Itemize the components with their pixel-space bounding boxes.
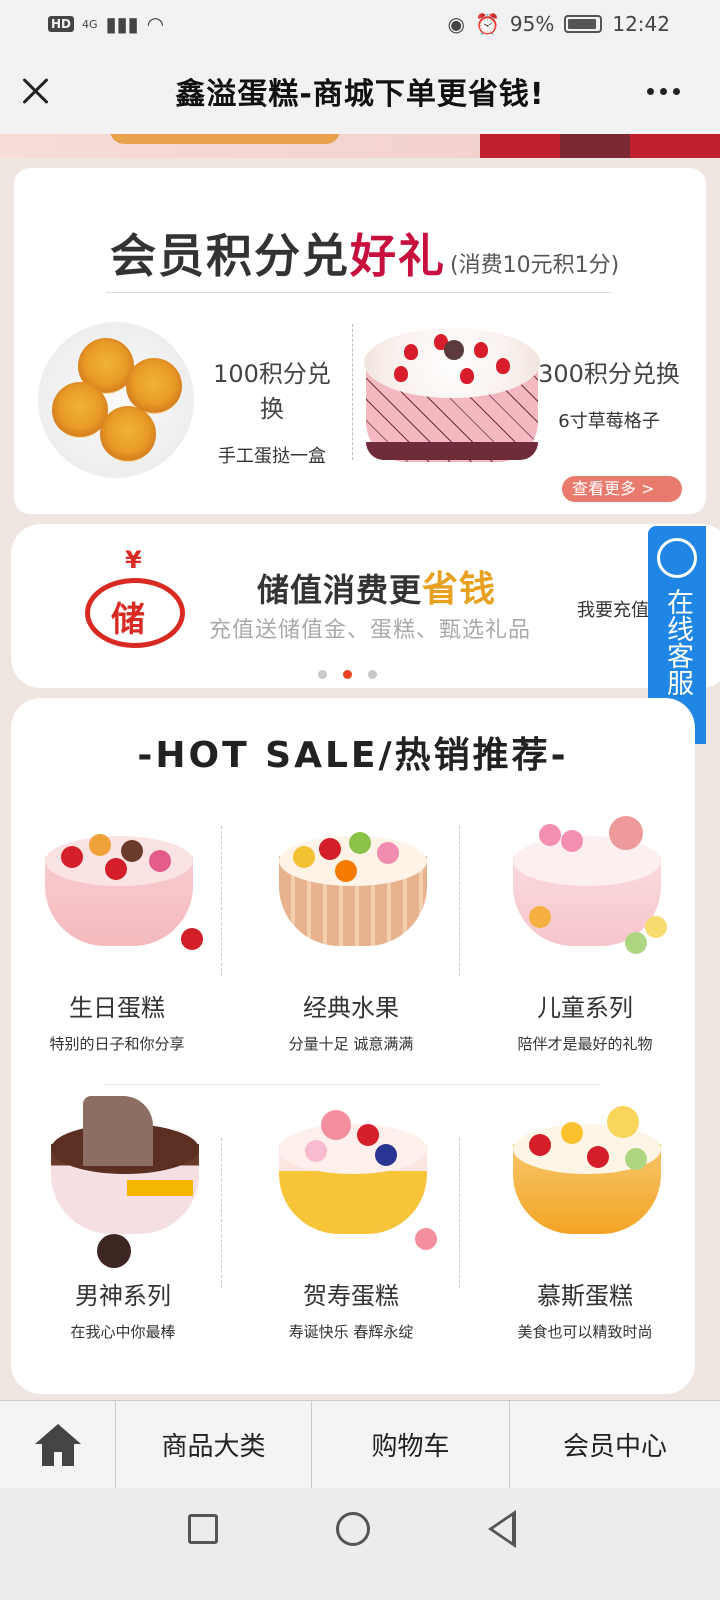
nav-member-center[interactable]: 会员中心 <box>510 1401 720 1488</box>
product-name: 男神系列 <box>75 1282 171 1310</box>
carousel-indicator <box>318 670 377 679</box>
birthday-cake-image <box>31 816 203 966</box>
mousse-cake-image <box>499 1104 671 1254</box>
product-desc: 寿诞快乐 春辉永绽 <box>288 1323 414 1341</box>
longevity-cake-image <box>265 1104 437 1254</box>
product-longevity-cake[interactable]: 贺寿蛋糕 寿诞快乐 春辉永绽 <box>251 1104 451 1342</box>
network-label: 4G <box>82 17 98 31</box>
points-title-highlight: 好礼 <box>350 229 446 283</box>
divider <box>459 826 460 976</box>
points-title-main: 会员积分兑 <box>110 229 350 283</box>
status-bar: HD 4G ▮▮▮ ◠ ◉ ⏰ 95% 12:42 <box>0 0 720 48</box>
divider <box>105 1084 599 1085</box>
status-left: HD 4G ▮▮▮ ◠ <box>48 12 164 36</box>
strawberry-cake-image[interactable] <box>364 320 540 472</box>
product-desc: 在我心中你最棒 <box>70 1323 176 1341</box>
points-title-note: (消费10元积1分) <box>450 253 620 278</box>
product-name: 慕斯蛋糕 <box>537 1282 633 1310</box>
close-icon[interactable] <box>20 76 50 106</box>
eye-icon: ◉ <box>447 12 465 36</box>
reward-points: 300积分兑换 <box>538 360 680 388</box>
clock: 12:42 <box>612 12 670 36</box>
recharge-link[interactable]: 我要充值 <box>577 596 649 622</box>
product-desc: 特别的日子和你分享 <box>49 1035 185 1053</box>
fruit-cake-image <box>265 816 437 966</box>
divider <box>459 1138 460 1288</box>
headset-icon <box>657 538 697 578</box>
hot-sale-section: -HOT SALE/热销推荐- 生日蛋糕 特别的日子和你分享 经典水果 分量十足… <box>11 698 695 1394</box>
home-icon <box>34 1423 81 1466</box>
piggy-char: 储 <box>111 600 145 640</box>
service-label: 在线客服 <box>662 588 693 696</box>
bottom-nav: 商品大类 购物车 会员中心 <box>0 1400 720 1488</box>
kids-cake-image <box>499 816 671 966</box>
reward-item-2[interactable]: 300积分兑换 6寸草莓格子 <box>534 354 684 433</box>
reward-name: 6寸草莓格子 <box>558 411 660 432</box>
reward-item-1[interactable]: 100积分兑换 手工蛋挞一盒 <box>202 354 342 468</box>
nav-cart[interactable]: 购物车 <box>312 1401 510 1488</box>
home-circle-icon[interactable] <box>336 1512 370 1546</box>
product-name: 生日蛋糕 <box>69 994 165 1022</box>
divider <box>106 292 612 293</box>
recharge-title-highlight: 省钱 <box>422 569 497 610</box>
points-card: 会员积分兑好礼 (消费10元积1分) 100积分兑换 手工蛋挞一盒 300积分兑换… <box>14 168 706 514</box>
hot-sale-title: -HOT SALE/热销推荐- <box>137 735 569 776</box>
banner-remnant[interactable] <box>0 134 720 158</box>
product-name: 儿童系列 <box>537 994 633 1022</box>
divider <box>221 826 222 976</box>
nav-home[interactable] <box>0 1401 116 1488</box>
carousel-dot-active[interactable] <box>343 670 352 679</box>
battery-icon <box>564 15 603 33</box>
reward-points: 100积分兑换 <box>213 360 331 423</box>
reward-name: 手工蛋挞一盒 <box>218 446 326 467</box>
product-men-series[interactable]: 男神系列 在我心中你最棒 <box>23 1096 223 1342</box>
page-title: 鑫溢蛋糕-商城下单更省钱! <box>175 77 545 112</box>
recharge-title-main: 储值消费更 <box>257 571 423 609</box>
product-fruit-cake[interactable]: 经典水果 分量十足 诚意满满 <box>251 816 451 1054</box>
nav-categories[interactable]: 商品大类 <box>116 1401 312 1488</box>
points-title: 会员积分兑好礼 (消费10元积1分) <box>110 220 619 286</box>
recharge-subtitle: 充值送储值金、蛋糕、甄选礼品 <box>209 618 532 643</box>
status-right: ◉ ⏰ 95% 12:42 <box>448 12 670 36</box>
product-desc: 美食也可以精致时尚 <box>517 1323 653 1341</box>
recharge-banner[interactable]: ¥ 储 储值消费更省钱 充值送储值金、蛋糕、甄选礼品 我要充值 <box>11 524 720 688</box>
page-header: 鑫溢蛋糕-商城下单更省钱! <box>0 48 720 134</box>
divider <box>221 1138 222 1288</box>
product-birthday-cake[interactable]: 生日蛋糕 特别的日子和你分享 <box>17 816 217 1054</box>
view-more-button[interactable]: 查看更多 > <box>562 476 682 502</box>
recharge-title: 储值消费更省钱 <box>257 560 496 612</box>
wifi-icon: ◠ <box>146 12 165 36</box>
hd-icon: HD <box>48 16 75 32</box>
battery-percent: 95% <box>509 12 555 36</box>
recents-icon[interactable] <box>188 1514 218 1544</box>
product-desc: 分量十足 诚意满满 <box>288 1035 414 1053</box>
divider <box>352 324 353 460</box>
product-mousse-cake[interactable]: 慕斯蛋糕 美食也可以精致时尚 <box>485 1104 685 1342</box>
product-desc: 陪伴才是最好的礼物 <box>517 1035 653 1053</box>
back-icon[interactable] <box>488 1510 516 1548</box>
piggy-bank-icon: ¥ 储 <box>81 546 191 656</box>
egg-tart-image[interactable] <box>38 322 194 478</box>
product-name: 贺寿蛋糕 <box>303 1282 399 1310</box>
product-name: 经典水果 <box>303 994 399 1022</box>
signal-icon: ▮▮▮ <box>105 12 139 36</box>
alarm-icon: ⏰ <box>475 12 500 36</box>
more-options-icon[interactable] <box>647 88 680 95</box>
men-cake-image <box>37 1096 209 1268</box>
product-kids-series[interactable]: 儿童系列 陪伴才是最好的礼物 <box>485 816 685 1054</box>
carousel-dot[interactable] <box>368 670 377 679</box>
system-nav-bar <box>0 1488 720 1600</box>
carousel-dot[interactable] <box>318 670 327 679</box>
